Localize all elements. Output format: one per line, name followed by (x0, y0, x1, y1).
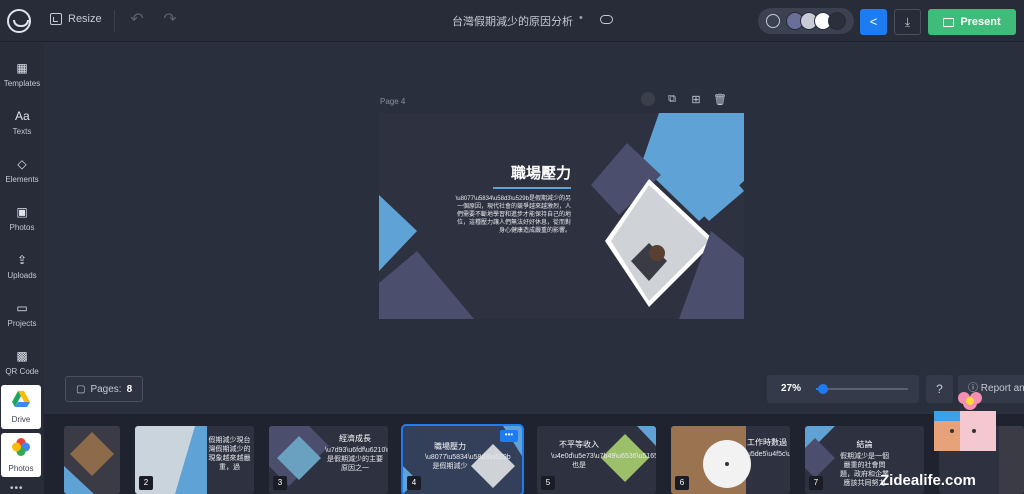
thumbnail-number: 3 (273, 476, 287, 490)
palette-icon (766, 14, 780, 28)
thumbnail-text: \u5de5\u4f5c\u6642\u6578\u904e\u9577 (745, 451, 790, 458)
delete-page-icon[interactable]: 🗑 (713, 93, 727, 106)
sidebar-app-drive[interactable]: Drive (1, 385, 41, 429)
thumbnail-title: 職場壓力 (434, 442, 466, 451)
pages-label: Pages: (90, 383, 122, 395)
pages-icon: ▢ (76, 383, 86, 395)
more-apps-icon[interactable]: ••• (10, 483, 24, 494)
mascot-watermark-icon (934, 392, 996, 451)
google-drive-icon (12, 391, 30, 407)
cloud-save-icon (600, 15, 613, 24)
zoom-slider-handle[interactable] (817, 384, 828, 394)
theme-swatch-4[interactable] (828, 12, 846, 30)
sidebar-item-projects[interactable]: ▭ Projects (0, 293, 44, 339)
resize-icon (50, 13, 62, 25)
redo-icon[interactable]: ↷ (160, 10, 180, 30)
thumbnail-title: 經濟成長 (339, 434, 371, 443)
thumbnail-number: 5 (541, 476, 555, 490)
projects-icon: ▭ (16, 301, 28, 315)
sidebar-item-label: Texts (12, 127, 32, 136)
resize-label: Resize (68, 13, 102, 25)
sidebar-app-photos[interactable]: Photos (1, 433, 41, 477)
page-thumbnail-1[interactable] (64, 426, 120, 494)
watermark-text: Zidealife.com (880, 472, 976, 489)
sidebar-item-label: Uploads (7, 271, 37, 280)
present-label: Present (960, 16, 1001, 28)
thumbnail-title: 不平等收入 (559, 440, 599, 449)
document-menu-dot[interactable]: • (579, 12, 583, 24)
slide-title-underline (493, 187, 571, 189)
thumbnail-title: 結論 (856, 440, 873, 449)
share-button[interactable]: < (860, 9, 887, 35)
thumbnail-text: \u4e0d\u5e73\u7b49\u6536\u5165也是 (551, 453, 656, 469)
page-thumbnail-2[interactable]: 假期減少現台灣假期減少的現象越來越嚴重，過 2 (135, 426, 254, 494)
page-tools: ⧉ ⊞ 🗑 (641, 92, 727, 106)
page-thumbnail-5[interactable]: 不平等收入 \u4e0d\u5e73\u7b49\u6536\u5165也是 5 (537, 426, 656, 494)
sidebar-item-label: Elements (5, 175, 39, 184)
zoom-slider[interactable] (816, 384, 908, 394)
sidebar-item-qr-code[interactable]: ▩ QR Code (0, 341, 44, 387)
texts-icon: Aa (15, 109, 30, 123)
page-thumbnail-4[interactable]: 職場壓力 \u8077\u5834\u58d3\u529b是假期減少 ••• 4 (401, 424, 524, 494)
zoom-level[interactable]: 27% (781, 383, 801, 394)
sidebar-item-photos[interactable]: ▣ Photos (0, 197, 44, 243)
present-button[interactable]: Present (928, 9, 1016, 35)
present-icon (943, 17, 955, 27)
undo-icon[interactable]: ↶ (127, 10, 147, 30)
document-title[interactable]: 台灣假期減少的原因分析 (452, 13, 573, 29)
google-photos-icon (12, 438, 30, 456)
resize-button[interactable]: Resize (50, 13, 102, 25)
qr-code-icon: ▩ (16, 349, 28, 363)
theme-selector[interactable] (758, 8, 854, 34)
thumbnail-number: 7 (809, 476, 823, 490)
sidebar-item-templates[interactable]: ▦ Templates (0, 53, 44, 99)
thumbnail-text: \u8077\u5834\u58d3\u529b是假期減少 (425, 454, 511, 470)
templates-icon: ▦ (16, 61, 28, 75)
slide-canvas[interactable]: 職場壓力 \u8077\u5834\u58d3\u529b是假期減少的另一個原因… (379, 113, 744, 319)
download-icon: ⤓ (904, 15, 911, 29)
page-color-icon[interactable] (641, 92, 655, 106)
pages-button[interactable]: ▢ Pages: 8 (65, 376, 143, 402)
sidebar-item-label: Templates (3, 79, 41, 88)
page-filmstrip: 假期減少現台灣假期減少的現象越來越嚴重，過 2 經濟成長 \u7d93\u6fd… (44, 414, 1024, 494)
duplicate-page-icon[interactable]: ⧉ (665, 93, 679, 106)
thumbnail-text: \u7d93\u6fdf\u6210\u9577是假期減少的主要原因之一 (325, 447, 388, 472)
slide-title[interactable]: 職場壓力 (509, 162, 571, 183)
thumbnail-more-button[interactable]: ••• (500, 430, 518, 442)
elements-icon: ◇ (17, 157, 27, 171)
sidebar: ▦ Templates Aa Texts ◇ Elements ▣ Photos… (0, 43, 44, 494)
sidebar-app-label: Photos (8, 464, 34, 473)
sidebar-item-texts[interactable]: Aa Texts (0, 101, 44, 147)
sidebar-item-elements[interactable]: ◇ Elements (0, 149, 44, 195)
thumbnail-number: 2 (139, 476, 153, 490)
app-logo-icon[interactable] (7, 9, 31, 33)
thumbnail-number: 4 (407, 476, 421, 490)
toolbar-divider (114, 10, 115, 32)
sidebar-item-uploads[interactable]: ⇪ Uploads (0, 245, 44, 291)
thumbnail-number: 6 (675, 476, 689, 490)
sidebar-item-label: Photos (9, 223, 35, 232)
page-label: Page 4 (380, 97, 406, 106)
top-bar: Resize ↶ ↷ 台灣假期減少的原因分析 • < ⤓ Present (0, 0, 1024, 42)
thumbnail-text: 假期減少現台灣假期減少的現象越來越嚴重，過 (208, 437, 251, 471)
thumbnail-graphic (64, 426, 120, 494)
share-icon: < (869, 14, 878, 29)
uploads-icon: ⇪ (16, 253, 28, 267)
sidebar-item-label: Projects (7, 319, 37, 328)
sidebar-item-label: QR Code (5, 367, 39, 376)
page-thumbnail-6[interactable]: 工作時數過 \u5de5\u4f5c\u6642\u6578\u904e\u95… (671, 426, 790, 494)
download-button[interactable]: ⤓ (894, 9, 921, 35)
thumbnail-title: 工作時數過 (747, 438, 787, 447)
page-thumbnail-3[interactable]: 經濟成長 \u7d93\u6fdf\u6210\u9577是假期減少的主要原因之… (269, 426, 388, 494)
slide-body-text[interactable]: \u8077\u5834\u58d3\u529b是假期減少的另一個原因，現代社會… (453, 195, 571, 235)
add-page-icon[interactable]: ⊞ (689, 93, 703, 106)
zoom-control: 27% (767, 375, 919, 403)
photos-icon: ▣ (16, 205, 28, 219)
pages-count: 8 (126, 383, 133, 395)
sidebar-app-label: Drive (11, 415, 31, 424)
